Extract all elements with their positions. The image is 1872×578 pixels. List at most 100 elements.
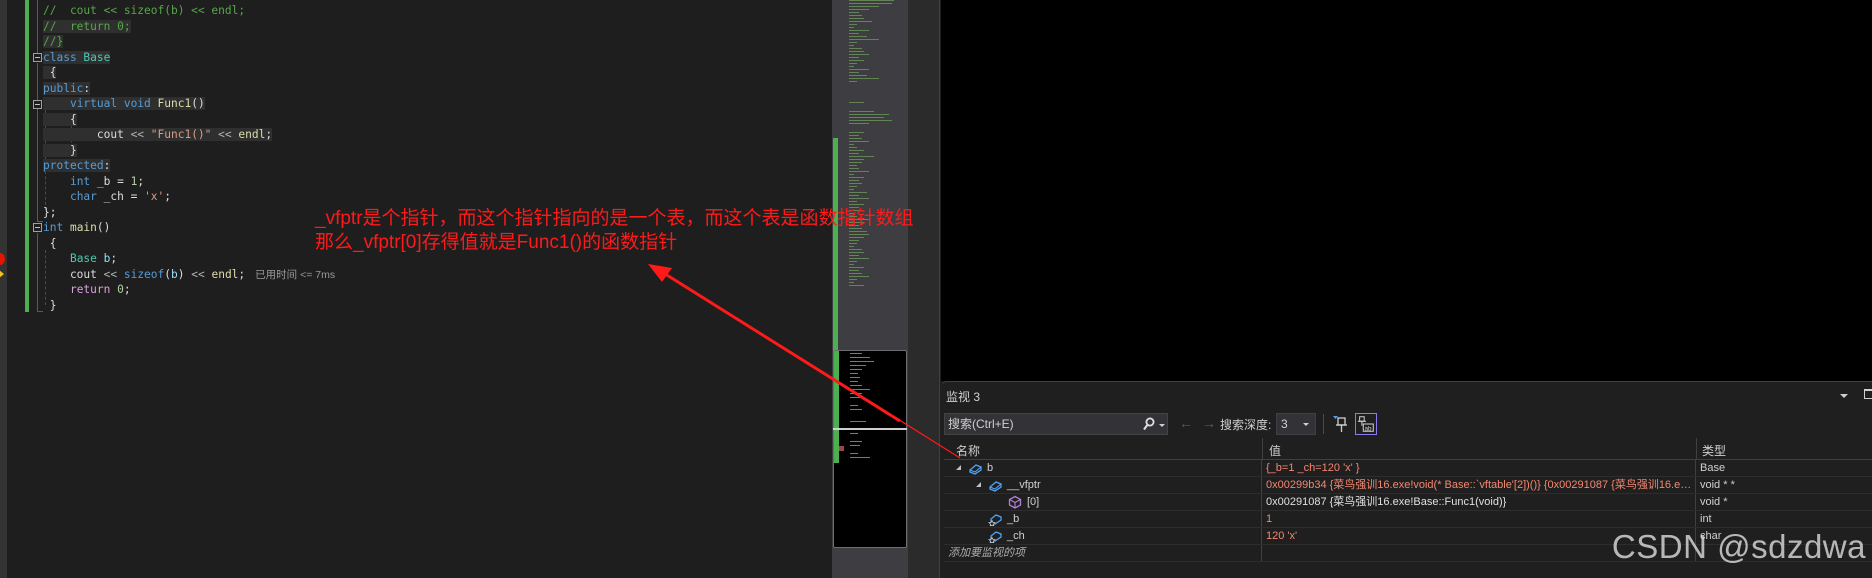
outline-guide — [37, 233, 38, 311]
code-line[interactable]: } — [43, 143, 77, 158]
code-token: { — [43, 112, 77, 126]
glyph-margin[interactable] — [0, 0, 7, 578]
pin-filter-icon[interactable] — [1331, 414, 1349, 434]
minimap-viewport[interactable] — [833, 350, 907, 548]
code-line[interactable]: return 0; — [43, 282, 131, 297]
pane-divider[interactable] — [939, 0, 940, 578]
perf-tip-elapsed[interactable]: 已用时间 <= 7ms — [255, 269, 335, 281]
current-statement-arrow-icon — [0, 270, 4, 278]
code-line[interactable]: protected: — [43, 158, 111, 173]
code-line[interactable]: { — [43, 112, 77, 127]
breakpoint-icon[interactable] — [0, 253, 5, 265]
code-line[interactable]: public: — [43, 81, 91, 96]
pin-source-ab-icon[interactable]: ab — [1355, 413, 1377, 435]
search-next-button[interactable]: → — [1202, 414, 1216, 432]
expand-triangle-icon[interactable] — [956, 465, 961, 470]
code-token: ; — [123, 283, 131, 296]
code-token: } — [43, 143, 77, 157]
minimap-line — [849, 204, 864, 205]
code-line[interactable]: { — [43, 236, 57, 251]
minimap-caret-line — [833, 428, 907, 430]
add-watch-placeholder[interactable]: 添加要监视的项 — [948, 545, 1025, 561]
minimap-line — [849, 66, 854, 67]
name-cell[interactable]: __vfptr — [944, 477, 1262, 493]
minimap-line — [849, 54, 869, 55]
value-cell[interactable]: 0x00291087 {菜鸟强训16.exe!Base::Func1(void)… — [1263, 494, 1696, 510]
minimap-line — [850, 373, 858, 374]
minimap-line — [849, 0, 894, 1]
watch-row[interactable]: [0] 0x00291087 {菜鸟强训16.exe!Base::Func1(vo… — [944, 494, 1872, 511]
code-line[interactable]: char _ch = 'x'; — [43, 189, 171, 204]
code-line[interactable]: virtual void Func1() — [43, 96, 205, 111]
code-line-text: int main() — [43, 221, 110, 234]
column-header-value[interactable]: 值 — [1269, 442, 1281, 459]
value-cell[interactable]: 0x00299b34 {菜鸟强训16.exe!void(* Base::`vft… — [1263, 477, 1696, 493]
minimap-line — [849, 285, 864, 286]
name-cell[interactable]: b — [944, 460, 1262, 476]
search-options-dropdown-icon[interactable] — [1159, 424, 1165, 427]
collapse-function-icon[interactable] — [33, 100, 42, 109]
code-token: : — [83, 81, 91, 95]
code-line[interactable]: { — [43, 65, 57, 80]
value-cell[interactable]: {_b=1 _ch=120 'x' } — [1263, 460, 1696, 476]
minimap-line — [849, 102, 864, 103]
minimap-line — [849, 81, 857, 82]
code-line[interactable]: cout << "Func1()" << endl; — [43, 127, 273, 142]
maximize-icon[interactable] — [1864, 389, 1872, 399]
code-line[interactable]: Base b; — [43, 251, 117, 266]
code-token: ; — [265, 128, 273, 141]
minimap-line — [849, 120, 892, 121]
column-resize-handle[interactable] — [1262, 438, 1263, 459]
minimap-line — [850, 369, 862, 370]
code-token: main — [69, 221, 97, 234]
minimap-line — [849, 198, 869, 199]
column-resize-handle[interactable] — [1696, 438, 1697, 459]
code-line[interactable]: int main() — [43, 220, 110, 235]
name-cell[interactable]: _b — [944, 511, 1262, 527]
search-input[interactable] — [948, 416, 1128, 432]
code-line[interactable]: }; — [43, 205, 56, 220]
minimap-line — [849, 273, 862, 274]
change-tracking-bar — [25, 0, 29, 312]
search-icon[interactable] — [1143, 417, 1155, 431]
code-line-text: { — [43, 66, 57, 79]
column-header-name[interactable]: 名称 — [956, 442, 980, 459]
minimap-line — [849, 18, 864, 19]
code-line[interactable]: int _b = 1; — [43, 174, 144, 189]
minimap-line — [849, 6, 879, 7]
code-editor[interactable]: // cout << sizeof(b) << endl; // return 0… — [0, 0, 832, 578]
code-line[interactable]: class Base — [43, 50, 111, 65]
code-line-text: class Base — [43, 50, 111, 64]
expand-triangle-icon[interactable] — [976, 482, 981, 487]
code-token: ; — [238, 267, 246, 281]
watch-row[interactable]: _b 1 int — [944, 511, 1872, 528]
collapse-main-icon[interactable] — [33, 223, 42, 232]
code-line-text: public: — [43, 81, 91, 95]
code-line-text: //} — [43, 35, 64, 48]
search-box[interactable] — [944, 413, 1168, 435]
collapse-class-icon[interactable] — [33, 53, 42, 62]
watch-row[interactable]: b {_b=1 _ch=120 'x' } Base — [944, 460, 1872, 477]
code-line[interactable]: // cout << sizeof(b) << endl; — [43, 3, 245, 18]
code-token: ; — [110, 252, 118, 265]
search-previous-button[interactable]: ← — [1179, 414, 1193, 432]
code-line[interactable]: // return 0; — [43, 19, 131, 34]
code-line[interactable]: } — [43, 298, 57, 313]
code-line[interactable]: //} — [43, 34, 64, 49]
name-cell[interactable]: _ch — [944, 528, 1262, 544]
minimap-line — [849, 63, 857, 64]
minimap-line — [849, 144, 854, 145]
value-cell[interactable]: 1 — [1263, 511, 1696, 527]
minimap-line — [849, 201, 857, 202]
minimap-line — [849, 36, 867, 37]
column-header-type[interactable]: 类型 — [1702, 442, 1726, 459]
watch-item-name: _b — [1007, 513, 1020, 525]
name-cell[interactable]: [0] — [944, 494, 1262, 510]
minimap-line — [849, 57, 859, 58]
search-depth-select[interactable]: 3 — [1276, 413, 1316, 435]
window-options-dropdown-icon[interactable] — [1840, 394, 1848, 398]
add-watch-cell[interactable]: 添加要监视的项 — [944, 545, 1262, 561]
minimap-visible-code — [850, 353, 890, 465]
code-line[interactable]: cout << sizeof(b) << endl; 已用时间 <= 7ms — [43, 267, 335, 282]
watch-row[interactable]: __vfptr 0x00299b34 {菜鸟强训16.exe!void(* Bas… — [944, 477, 1872, 494]
